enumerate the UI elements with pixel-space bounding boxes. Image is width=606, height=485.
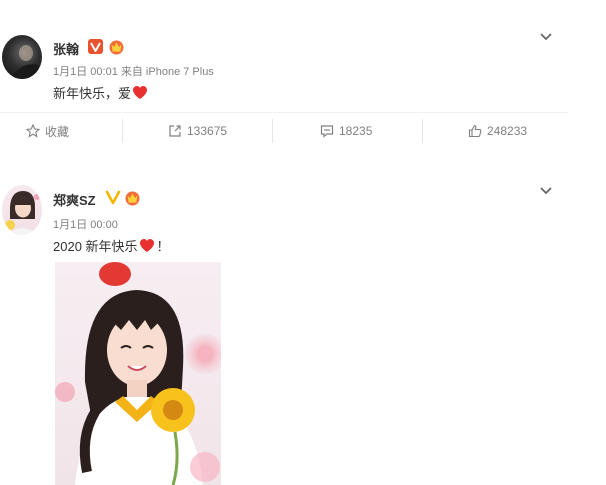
share-icon	[169, 125, 181, 137]
portrait-photo-icon	[55, 262, 221, 485]
avatar[interactable]	[2, 185, 42, 235]
like-count: 248233	[487, 124, 528, 138]
comment-icon	[320, 125, 334, 138]
star-icon	[26, 124, 40, 138]
avatar-photo-icon	[5, 191, 40, 235]
heart-emoji-icon	[139, 239, 154, 252]
repost-button[interactable]: 133675	[168, 113, 227, 149]
comment-button[interactable]: 18235	[320, 113, 372, 149]
favorite-label: 收藏	[45, 124, 70, 139]
post-text-suffix: ！	[156, 239, 170, 254]
post-meta: 1月1日 00:00	[53, 219, 118, 231]
divider	[122, 119, 123, 143]
vip-crown-icon	[124, 189, 141, 206]
post-text-body: 新年快乐，爱	[53, 86, 132, 101]
action-bar: 收藏 133675 18235 248233	[0, 112, 568, 149]
post-meta: 1月1日 00:01 来自 iPhone 7 Plus	[53, 66, 214, 78]
author-name[interactable]: 张翰	[53, 39, 79, 58]
post-text-body: 2020 新年快乐	[53, 239, 138, 254]
post-zhengshuang: 郑爽SZ 1月1日 00:00 2020 新年快乐 ！	[0, 170, 606, 485]
chevron-down-icon[interactable]	[539, 186, 553, 196]
verified-badge-icon	[88, 39, 103, 54]
favorite-button[interactable]: 收藏	[26, 113, 69, 149]
like-button[interactable]: 248233	[468, 113, 527, 149]
chevron-down-icon[interactable]	[539, 32, 553, 42]
post-text: 2020 新年快乐 ！	[53, 236, 170, 255]
divider	[272, 119, 273, 143]
heart-emoji-icon	[133, 86, 148, 99]
divider	[422, 119, 423, 143]
author-name[interactable]: 郑爽SZ	[53, 190, 96, 209]
comment-count: 18235	[339, 124, 373, 138]
avatar[interactable]	[2, 35, 42, 79]
post-text: 新年快乐，爱	[53, 83, 148, 102]
post-zhanghan: 张翰 1月1日 00:01 来自 iPhone 7 Plus 新年快乐，爱 收藏	[0, 0, 606, 150]
repost-count: 133675	[187, 124, 228, 138]
thumbs-up-icon	[468, 124, 482, 138]
verified-badge-icon	[105, 189, 121, 205]
avatar-photo-icon	[10, 45, 42, 79]
post-photo[interactable]	[55, 262, 221, 485]
vip-crown-icon	[108, 38, 125, 55]
